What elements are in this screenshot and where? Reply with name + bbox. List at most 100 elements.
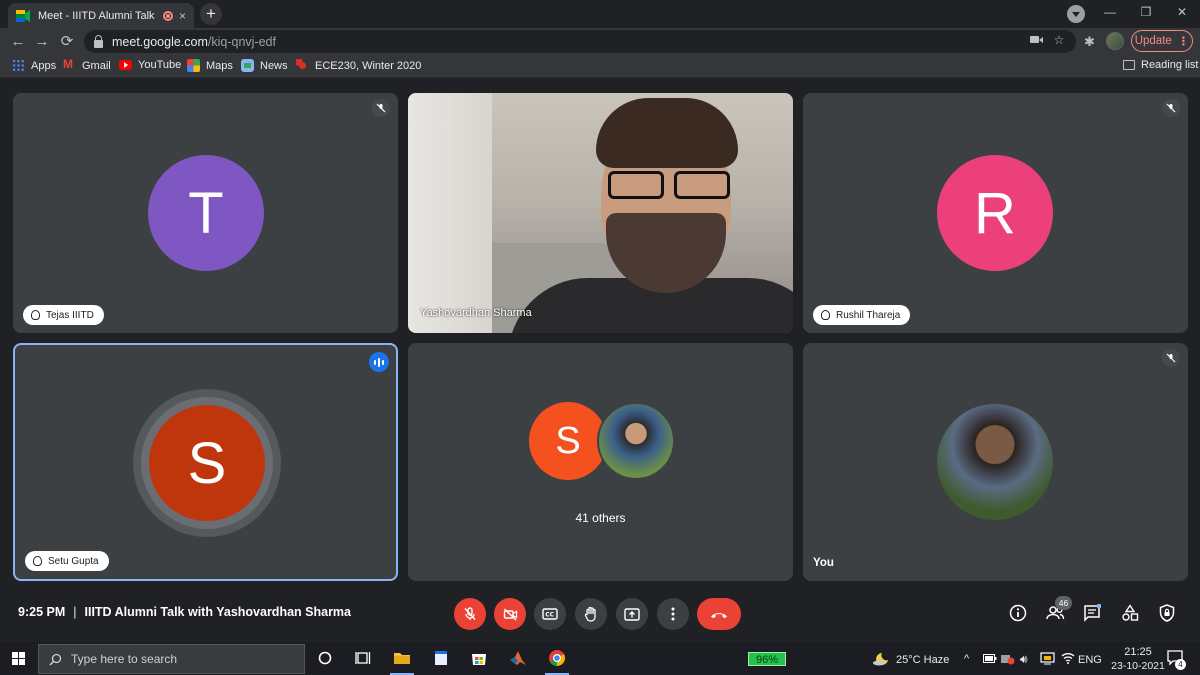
close-window-button[interactable]: ✕ (1164, 0, 1200, 24)
captions-button[interactable]: CC (534, 598, 566, 630)
participant-tile-setu[interactable]: S Setu Gupta (13, 343, 398, 581)
clock-date[interactable]: 23-10-2021 (1105, 660, 1171, 672)
notepad-app-icon[interactable] (432, 649, 450, 667)
hang-up-icon (711, 612, 727, 618)
more-options-button[interactable] (657, 598, 689, 630)
self-photo (937, 404, 1053, 520)
tab-close-icon[interactable]: × (179, 9, 186, 23)
chat-button[interactable] (1081, 602, 1103, 624)
recording-icon (162, 10, 173, 21)
language-indicator[interactable]: ENG (1078, 654, 1102, 666)
windows-start-icon[interactable] (12, 652, 25, 665)
self-tile[interactable]: You (803, 343, 1188, 581)
taskbar-search[interactable]: Type here to search (38, 644, 305, 674)
menu-dots-icon: ⋮ (1177, 36, 1190, 48)
raise-hand-button[interactable] (575, 598, 607, 630)
mic-toggle-button[interactable] (454, 598, 486, 630)
hand-icon (584, 606, 596, 622)
reading-list[interactable]: Reading list (1123, 59, 1198, 71)
participant-tile-yashovardhan[interactable]: Yashovardhan Sharma (408, 93, 793, 333)
camera-toggle-button[interactable] (494, 598, 526, 630)
leave-call-button[interactable] (697, 598, 741, 630)
speaking-indicator-icon (369, 352, 389, 372)
browser-toolbar: ← → ⟳ meet.google.com/kiq-qnvj-edf ☆ ✱ U… (0, 28, 1200, 55)
reading-list-icon (1123, 60, 1135, 70)
bookmark-label: News (260, 59, 288, 72)
bookmark-news[interactable]: News (241, 59, 288, 72)
battery-icon[interactable] (983, 654, 997, 663)
separator: | (73, 605, 77, 619)
chat-icon (1084, 604, 1101, 622)
bookmark-maps[interactable]: Maps (187, 59, 233, 72)
speaker-volume-icon[interactable]: 🔊︎ (1020, 652, 1028, 667)
minimize-button[interactable]: — (1092, 0, 1128, 24)
new-tab-button[interactable]: + (200, 3, 222, 25)
url-host: meet.google.com (112, 34, 208, 49)
participant-name: Yashovardhan Sharma (420, 307, 532, 319)
maps-icon (187, 59, 200, 72)
camera-off-icon (503, 607, 517, 621)
avatar: S (149, 405, 265, 521)
gmail-icon (63, 57, 76, 72)
bookmark-youtube[interactable]: YouTube (119, 59, 181, 71)
reload-icon[interactable]: ⟳ (57, 32, 77, 52)
participant-name: Rushil Thareja (836, 309, 901, 321)
file-explorer-icon[interactable] (393, 649, 411, 667)
bookmark-gmail[interactable]: Gmail (63, 57, 111, 72)
closed-captions-icon: CC (542, 608, 558, 620)
profile-avatar[interactable] (1106, 32, 1124, 50)
wifi-icon[interactable] (1061, 652, 1075, 664)
participant-tile-rushil[interactable]: R Rushil Thareja (803, 93, 1188, 333)
meet-favicon-icon (16, 9, 30, 22)
cortana-icon[interactable] (316, 649, 334, 667)
matlab-icon[interactable] (509, 649, 527, 667)
address-bar[interactable]: meet.google.com/kiq-qnvj-edf (84, 30, 1076, 53)
bookmark-star-icon[interactable]: ☆ (1052, 33, 1066, 47)
forward-arrow-icon[interactable]: → (32, 32, 52, 52)
bookmark-ece230[interactable]: ECE230, Winter 2020 (296, 59, 421, 72)
mic-off-icon (1162, 349, 1180, 367)
avatar: S (529, 402, 607, 480)
participant-tile-tejas[interactable]: T Tejas IIITD (13, 93, 398, 333)
chrome-icon[interactable] (548, 649, 566, 667)
participant-name-tag: Setu Gupta (25, 551, 109, 571)
restore-button[interactable]: ❐ (1128, 0, 1164, 24)
reading-list-label: Reading list (1141, 59, 1199, 71)
tab-search-icon[interactable] (1067, 5, 1085, 23)
meeting-time: 9:25 PM (18, 605, 66, 619)
bookmark-apps[interactable]: Apps (12, 59, 56, 72)
mic-off-icon (464, 607, 476, 621)
others-count: 41 others (575, 511, 626, 525)
activities-button[interactable] (1119, 602, 1141, 624)
browser-tab-meet[interactable]: Meet - IIITD Alumni Talk with × (8, 3, 194, 28)
bookmark-label: YouTube (138, 59, 182, 71)
meeting-controls-bar: 9:25 PM | IIITD Alumni Talk with Yashovard… (0, 592, 1200, 638)
participants-count-badge: 46 (1055, 596, 1072, 610)
task-view-icon[interactable] (354, 649, 372, 667)
avatar: R (937, 155, 1053, 271)
meet-tray-icon[interactable] (1001, 653, 1015, 665)
participant-name: Setu Gupta (48, 555, 99, 567)
present-icon (624, 607, 640, 621)
host-controls-button[interactable] (1156, 602, 1178, 624)
meet-stage: T Tejas IIITD Yashovardhan Sharma R Rush… (0, 79, 1200, 640)
weather-text[interactable]: 25°C Haze (896, 654, 949, 666)
update-button[interactable]: Update ⋮ (1131, 30, 1193, 52)
meeting-title: IIITD Alumni Talk with Yashovardhan Shar… (84, 605, 352, 619)
search-placeholder: Type here to search (71, 652, 178, 666)
extensions-puzzle-icon[interactable]: ✱ (1084, 35, 1098, 49)
clock-time[interactable]: 21:25 (1118, 646, 1158, 658)
meeting-details: 9:25 PM | IIITD Alumni Talk with Yashovard… (18, 605, 351, 619)
tab-title: Meet - IIITD Alumni Talk with (38, 9, 157, 22)
back-arrow-icon[interactable]: ← (8, 32, 28, 52)
present-screen-button[interactable] (616, 598, 648, 630)
meeting-details-button[interactable] (1007, 602, 1029, 624)
ece-icon (296, 59, 309, 72)
microsoft-store-icon[interactable] (470, 649, 488, 667)
others-tile[interactable]: S 41 others (408, 343, 793, 581)
camera-in-use-icon[interactable] (1030, 36, 1043, 43)
display-tray-icon[interactable] (1040, 652, 1055, 665)
pin-icon (33, 556, 42, 566)
activities-shapes-icon (1122, 604, 1139, 621)
tray-chevron-up-icon[interactable]: ^ (964, 653, 969, 665)
